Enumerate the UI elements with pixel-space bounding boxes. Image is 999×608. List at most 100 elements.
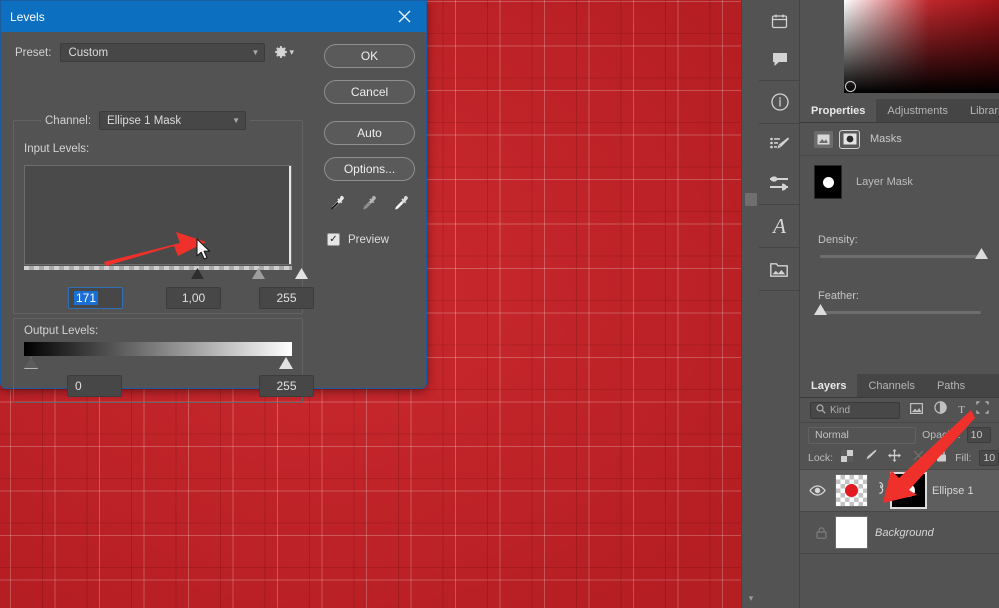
output-levels-group: Output Levels: 0 255 (13, 318, 303, 403)
preview-label: Preview (348, 234, 389, 246)
layer-mask-row[interactable]: Layer Mask (800, 156, 999, 208)
right-panel-column: Properties Adjustments Libraries (800, 0, 999, 608)
preset-value: Custom (68, 47, 108, 59)
tab-paths[interactable]: Paths (926, 374, 976, 397)
color-picker-panel[interactable] (800, 0, 999, 99)
lock-transparent-icon[interactable] (841, 449, 853, 467)
feather-slider-knob[interactable] (814, 304, 827, 315)
lock-row: Lock: (800, 447, 999, 470)
preview-checkbox[interactable]: ✓ (327, 233, 340, 246)
fill-value[interactable]: 10 (979, 450, 999, 466)
layer-mask-thumbnail[interactable] (892, 474, 925, 507)
tab-layers[interactable]: Layers (800, 374, 857, 397)
filter-shape-icon[interactable] (976, 401, 989, 419)
adjustments-sliders-icon[interactable] (759, 164, 800, 202)
tab-adjustments[interactable]: Adjustments (876, 99, 959, 122)
output-levels-label: Output Levels: (24, 325, 98, 337)
eyedropper-black-icon[interactable] (328, 195, 345, 217)
input-highlight-slider[interactable] (295, 268, 308, 279)
output-shadow-slider[interactable] (24, 357, 38, 369)
layer-name[interactable]: Ellipse 1 (932, 485, 974, 497)
output-highlight-value[interactable]: 255 (259, 375, 314, 397)
rail-group-2 (759, 81, 799, 124)
layer-thumbnail[interactable] (835, 516, 868, 549)
canvas-vertical-scrollbar[interactable]: ▾ (741, 0, 759, 608)
feather-label: Feather: (818, 290, 981, 302)
eyedropper-gray-icon[interactable] (360, 195, 377, 217)
preset-select[interactable]: Custom ▼ (60, 43, 265, 62)
layer-filter-icons: T (910, 401, 989, 419)
layer-mask-thumbnail[interactable] (814, 165, 842, 199)
input-levels-gradient-bar (24, 266, 292, 270)
layer-kind-select[interactable]: Kind (810, 402, 900, 419)
tab-channels[interactable]: Channels (857, 374, 925, 397)
levels-dialog-body: Preset: Custom ▼ ▾ Channel: (1, 32, 426, 389)
histogram-display (24, 165, 292, 265)
rail-group-1 (759, 0, 799, 81)
filter-type-icon[interactable]: T (958, 404, 965, 416)
density-label: Density: (818, 234, 981, 246)
tab-properties[interactable]: Properties (800, 99, 876, 122)
brush-settings-icon[interactable] (759, 126, 800, 164)
table-row[interactable]: Background (800, 512, 999, 554)
auto-button[interactable]: Auto (324, 121, 415, 145)
preview-row[interactable]: ✓ Preview (327, 233, 418, 246)
vector-mask-icon[interactable] (840, 131, 859, 148)
layers-panel-tabs: Layers Channels Paths (800, 374, 999, 398)
filter-image-icon[interactable] (910, 401, 923, 419)
lock-image-icon[interactable] (864, 449, 877, 467)
ok-button[interactable]: OK (324, 44, 415, 68)
type-character-icon[interactable]: A (759, 207, 800, 245)
levels-dialog-titlebar[interactable]: Levels (1, 1, 426, 32)
photoshop-window: ▾ (0, 0, 999, 608)
fill-label: Fill: (955, 452, 971, 464)
close-icon[interactable] (391, 4, 417, 30)
output-highlight-slider[interactable] (279, 357, 293, 369)
comment-bubble-icon[interactable] (759, 40, 800, 78)
gear-icon[interactable]: ▾ (274, 46, 294, 60)
color-field[interactable] (844, 0, 999, 93)
blend-mode-select[interactable]: Normal (808, 427, 916, 444)
layer-filter-row: Kind T (800, 398, 999, 423)
layer-visibility-eye-icon[interactable] (806, 485, 828, 496)
eyedropper-white-icon[interactable] (392, 195, 409, 217)
channel-select[interactable]: Ellipse 1 Mask ▼ (99, 111, 246, 130)
density-slider-track[interactable] (820, 255, 981, 258)
mouse-pointer-cursor (196, 238, 212, 261)
output-shadow-value[interactable]: 0 (67, 375, 122, 397)
layer-name[interactable]: Background (875, 527, 934, 539)
density-slider-knob[interactable] (975, 248, 988, 259)
input-shadow-value[interactable]: 171 (68, 287, 123, 309)
search-icon (816, 404, 826, 417)
lock-position-icon[interactable] (888, 449, 901, 467)
levels-dialog-title: Levels (10, 10, 45, 24)
options-button[interactable]: Options... (324, 157, 415, 181)
layer-thumbnail[interactable] (835, 474, 868, 507)
channel-value: Ellipse 1 Mask (107, 115, 181, 127)
input-shadow-value-text: 171 (74, 291, 98, 305)
feather-slider-track[interactable] (820, 311, 981, 314)
link-icon[interactable] (875, 481, 885, 500)
cancel-button[interactable]: Cancel (324, 80, 415, 104)
properties-panel: Properties Adjustments Libraries (800, 99, 999, 374)
input-highlight-value[interactable]: 255 (259, 287, 314, 309)
blend-mode-row: Normal Opacity: 10 (800, 423, 999, 447)
library-folder-icon[interactable] (759, 250, 800, 288)
table-row[interactable]: Ellipse 1 (800, 470, 999, 512)
scrollbar-thumb[interactable] (745, 193, 757, 206)
chevron-down-icon[interactable]: ▾ (742, 590, 760, 606)
filter-adjustment-icon[interactable] (934, 401, 947, 419)
lock-label: Lock: (808, 452, 833, 464)
info-circle-icon[interactable] (759, 83, 800, 121)
input-midtone-value[interactable]: 1,00 (166, 287, 221, 309)
color-picker-ring[interactable] (845, 81, 856, 92)
calendar-icon[interactable] (759, 2, 800, 40)
tab-libraries[interactable]: Libraries (959, 99, 999, 122)
opacity-value[interactable]: 10 (967, 427, 991, 443)
rail-group-5 (759, 248, 799, 291)
levels-dialog[interactable]: Levels Preset: Custom ▼ (0, 0, 427, 389)
pixel-mask-icon[interactable] (814, 131, 833, 148)
layers-panel: Layers Channels Paths Kind (800, 374, 999, 608)
lock-all-icon[interactable] (936, 449, 947, 467)
lock-artboard-icon[interactable] (912, 449, 925, 467)
